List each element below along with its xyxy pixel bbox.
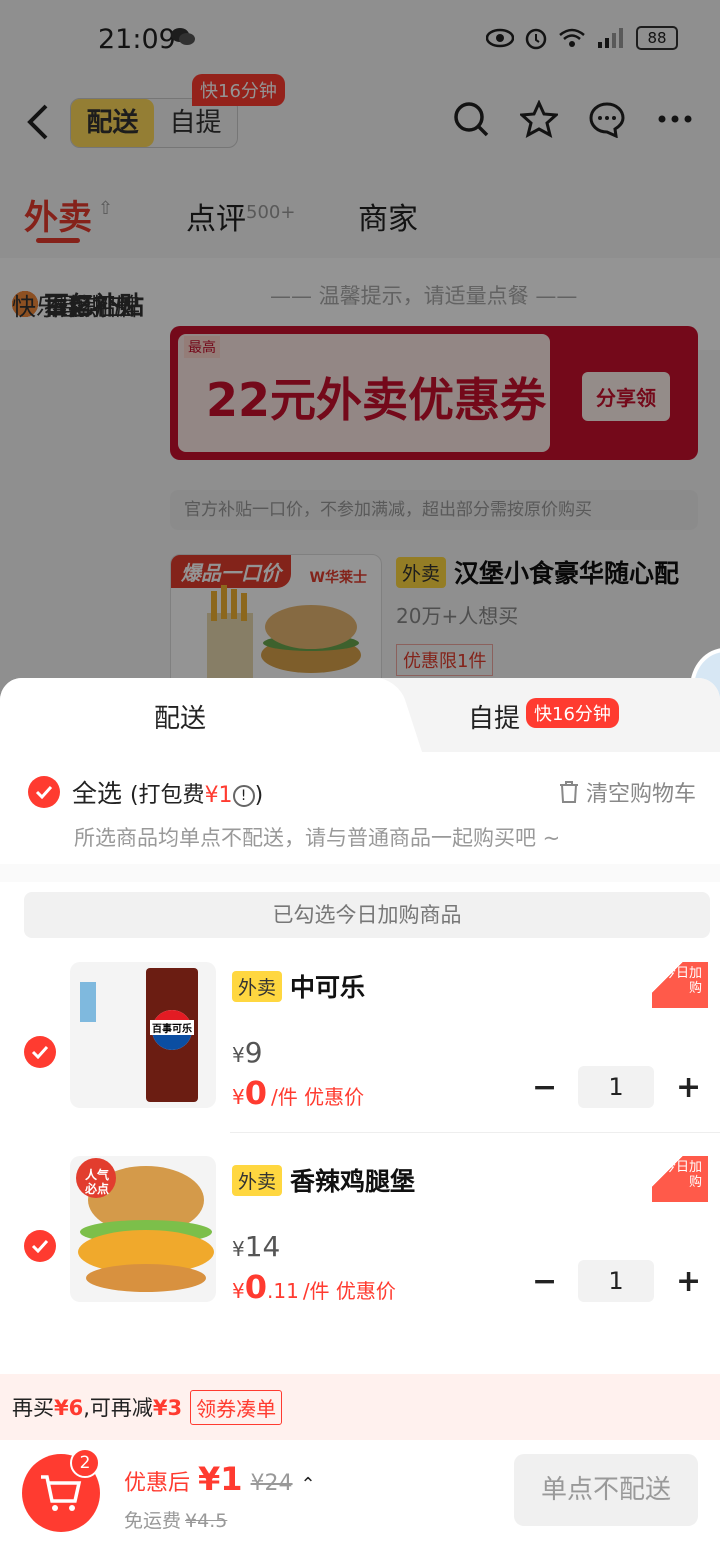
item-deal-price: ¥0.11/件 优惠价	[232, 1268, 396, 1306]
cart-mode-tabs: 配送 自提 快16分钟	[0, 678, 720, 752]
cart-tab-delivery[interactable]: 配送	[154, 698, 206, 735]
info-icon[interactable]: !	[232, 785, 255, 807]
cart-count-badge: 2	[70, 1448, 100, 1478]
chevron-up-icon[interactable]: ⌃	[301, 1474, 316, 1495]
check-icon	[31, 1045, 49, 1059]
cart-item: 人气必点 外卖 香辣鸡腿堡 今日加购 ¥14 ¥0.11/件 优惠价 − 1 +	[0, 1156, 720, 1350]
submit-button[interactable]: 单点不配送	[514, 1454, 698, 1526]
today-addon-tag: 今日加购	[652, 1156, 708, 1202]
item-thumbnail[interactable]: 百事可乐	[70, 962, 216, 1108]
item-name: 中可乐	[290, 973, 366, 1002]
cart-icon	[41, 1475, 82, 1511]
cola-cup-image	[80, 968, 198, 1102]
item-deal-price: ¥0/件 优惠价	[232, 1074, 364, 1112]
promo-bar: 再买¥6,可再减¥3 领券凑单	[0, 1374, 720, 1440]
section-divider	[0, 864, 720, 882]
select-all-text: 全选	[72, 779, 123, 808]
trash-icon	[559, 781, 578, 803]
deal-int: 0	[244, 1074, 267, 1112]
promo-text: 再买¥6,可再减¥3	[12, 1392, 182, 1422]
thumb-label: 百事可乐	[150, 1020, 194, 1035]
quantity-stepper: − 1 +	[532, 1260, 701, 1302]
checkout-bar: 2 优惠后 ¥1 ¥24 ⌃ 免运费 ¥4.5 单点不配送	[0, 1440, 720, 1560]
promo-amount-1: ¥6	[54, 1396, 84, 1420]
total-price[interactable]: 优惠后 ¥1 ¥24 ⌃	[124, 1460, 316, 1498]
item-thumbnail[interactable]: 人气必点	[70, 1156, 216, 1302]
item-original-price: ¥14	[232, 1230, 280, 1263]
original-total: ¥24	[250, 1471, 293, 1496]
delivery-original: ¥4.5	[185, 1510, 228, 1532]
select-all-checkbox[interactable]	[28, 776, 60, 808]
deal-unit: /件 优惠价	[302, 1279, 396, 1303]
packing-fee-prefix: (打包费	[129, 783, 205, 808]
modal-overlay[interactable]	[0, 0, 720, 700]
packing-fee-suffix: )	[254, 783, 264, 808]
store-page: 21:09 88 配送 自提 快16分钟 外卖 ⇧ 点评500+ 商家 百亿补贴…	[0, 0, 720, 700]
item-title[interactable]: 外卖 香辣鸡腿堡	[232, 1162, 415, 1198]
select-all-label[interactable]: 全选 (打包费¥1!)	[72, 774, 263, 810]
item-divider	[230, 1132, 720, 1133]
addon-header: 已勾选今日加购商品	[24, 892, 710, 938]
total-label: 优惠后	[124, 1471, 191, 1496]
item-checkbox[interactable]	[24, 1230, 56, 1262]
promo-text-2: ,可再减	[83, 1396, 153, 1420]
thumb-label: 人气必点	[84, 1168, 109, 1196]
select-note: 所选商品均单点不配送，请与普通商品一起购买吧 ~	[74, 826, 561, 850]
item-checkbox[interactable]	[24, 1036, 56, 1068]
takeout-tag: 外卖	[232, 1164, 283, 1196]
cart-item: 百事可乐 外卖 中可乐 今日加购 ¥9 ¥0/件 优惠价 − 1 +	[0, 962, 720, 1156]
packing-fee-value: ¥1	[204, 783, 233, 808]
promo-amount-2: ¥3	[152, 1396, 183, 1420]
delivery-fee: 免运费 ¥4.5	[124, 1506, 227, 1533]
quantity-value[interactable]: 1	[578, 1260, 654, 1302]
check-icon	[35, 785, 53, 799]
total-amount: ¥1	[198, 1460, 243, 1498]
cart-tab-pickup[interactable]: 自提	[468, 698, 520, 735]
clear-cart-label: 清空购物车	[585, 782, 696, 807]
packing-fee: (打包费¥1!)	[130, 783, 263, 808]
check-icon	[31, 1239, 49, 1253]
get-coupon-button[interactable]: 领券凑单	[190, 1389, 283, 1425]
today-addon-tag: 今日加购	[652, 962, 708, 1008]
currency: ¥	[232, 1043, 245, 1067]
cart-tab-pickup-badge: 快16分钟	[526, 698, 619, 728]
currency: ¥	[232, 1279, 245, 1303]
item-name: 香辣鸡腿堡	[290, 1167, 416, 1196]
deal-unit: /件 优惠价	[271, 1085, 365, 1109]
increment-button[interactable]: +	[676, 1070, 701, 1105]
delivery-label: 免运费	[124, 1510, 182, 1532]
deal-int: 0	[244, 1268, 267, 1306]
quantity-stepper: − 1 +	[532, 1066, 701, 1108]
currency: ¥	[232, 1237, 245, 1261]
promo-text-1: 再买	[12, 1396, 54, 1420]
deal-dec: .11	[267, 1279, 299, 1303]
currency: ¥	[232, 1085, 245, 1109]
decrement-button[interactable]: −	[532, 1070, 557, 1105]
item-original-price: ¥9	[232, 1036, 263, 1069]
quantity-value[interactable]: 1	[578, 1066, 654, 1108]
takeout-tag: 外卖	[232, 970, 283, 1002]
original-amount: 9	[244, 1036, 263, 1069]
increment-button[interactable]: +	[676, 1264, 701, 1299]
item-title[interactable]: 外卖 中可乐	[232, 968, 365, 1004]
original-amount: 14	[244, 1230, 281, 1263]
cart-sheet: 配送 自提 快16分钟 全选 (打包费¥1!) 清空购物车 所选商品均单点不配送…	[0, 678, 720, 1560]
decrement-button[interactable]: −	[532, 1264, 557, 1299]
clear-cart-button[interactable]: 清空购物车	[558, 776, 696, 808]
